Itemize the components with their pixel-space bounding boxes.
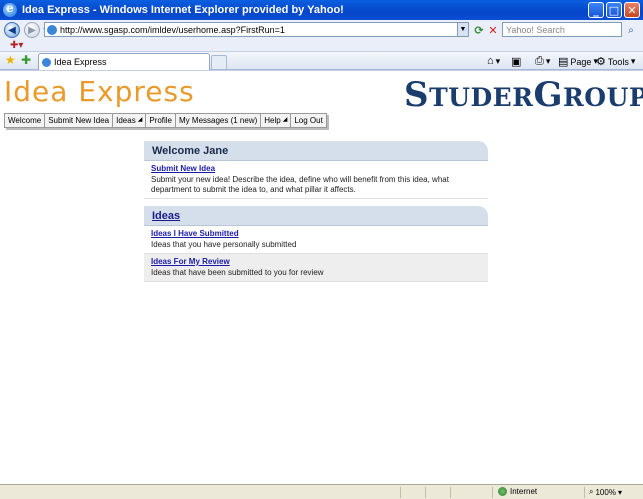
globe-icon (498, 487, 507, 496)
ideas-submitted-link[interactable]: Ideas I Have Submitted (151, 229, 481, 239)
status-divider (492, 487, 493, 498)
home-icon: ⌂ (487, 55, 494, 67)
tools-menu-label: Tools (607, 56, 629, 67)
menu-item-log-out[interactable]: Log Out (291, 114, 325, 127)
print-button[interactable]: ⎙ ▾ (535, 55, 550, 68)
tools-menu-button[interactable]: ⚙ Tools ▾ (596, 55, 635, 68)
address-url[interactable]: http://www.sgasp.com/imldev/userhome.asp… (60, 25, 457, 35)
close-button[interactable]: ✕ (624, 2, 640, 18)
logo-text: ROUP (563, 83, 643, 112)
address-bar[interactable]: http://www.sgasp.com/imldev/userhome.asp… (44, 22, 469, 37)
feeds-button[interactable]: ▣ (511, 55, 521, 68)
gear-icon: ⚙ (596, 56, 606, 68)
zoom-level: 100% (595, 487, 616, 497)
submit-new-idea-description: Submit your new idea! Describe the idea,… (151, 175, 449, 194)
status-divider (584, 487, 585, 498)
zoom-icon: ⌕ (589, 487, 594, 496)
forward-button[interactable]: ▶ (24, 22, 40, 38)
menu-label: Profile (149, 116, 173, 125)
menu-item-my-messages[interactable]: My Messages (1 new) (176, 114, 262, 127)
page-icon (47, 24, 57, 35)
address-row: ◀ ▶ ▼ http://www.sgasp.com/imldev/userho… (0, 20, 643, 40)
status-divider (450, 487, 451, 498)
toolbar-row: ✚▾ (0, 40, 643, 52)
menu-item-profile[interactable]: Profile (146, 114, 177, 127)
welcome-panel: Welcome Jane Submit New Idea Submit your… (144, 141, 488, 199)
page-icon: ▤ (558, 56, 569, 68)
zoom-control[interactable]: ⌕ 100% ▾ (589, 487, 622, 497)
search-input[interactable]: Yahoo! Search (502, 22, 622, 37)
minimize-button[interactable]: _ (588, 2, 604, 18)
logo-text: TUDER (429, 83, 534, 112)
submenu-arrow-icon: ◢ (282, 117, 288, 123)
page-menu-button[interactable]: ▤ Page ▾ (558, 55, 598, 68)
ideas-review-link[interactable]: Ideas For My Review (151, 257, 481, 267)
logo-letter: S (404, 75, 430, 115)
menu-item-help[interactable]: Help ◢ (261, 114, 292, 127)
tab-label: Idea Express (54, 57, 107, 67)
submit-new-idea-link[interactable]: Submit New Idea (151, 164, 481, 174)
ideas-submitted-description: Ideas that you have personally submitted (151, 240, 297, 249)
new-tab-button[interactable] (211, 55, 227, 69)
print-icon: ⎙ (535, 55, 544, 67)
menu-label: Ideas (116, 116, 136, 125)
list-item: Ideas I Have Submitted Ideas that you ha… (144, 226, 488, 254)
yahoo-toolbar-icon[interactable]: ✚▾ (10, 40, 23, 51)
ie-logo-icon (3, 1, 17, 17)
menu-label: Log Out (294, 116, 323, 125)
menu-item-submit-new-idea[interactable]: Submit New Idea (45, 114, 114, 127)
status-bar: Internet ⌕ 100% ▾ (0, 484, 643, 499)
list-item: Ideas For My Review Ideas that have been… (144, 254, 488, 282)
ideas-review-description: Ideas that have been submitted to you fo… (151, 268, 324, 277)
security-zone[interactable]: Internet (498, 487, 537, 496)
menu-label: Welcome (8, 116, 42, 125)
main-menu: Welcome Submit New Idea Ideas ◢ Profile M… (4, 113, 327, 128)
home-button[interactable]: ⌂ ▾ (487, 55, 500, 67)
maximize-button[interactable]: □ (606, 2, 622, 18)
menu-label: Help (264, 116, 281, 125)
ideas-header-link[interactable]: Ideas (144, 206, 488, 226)
search-icon[interactable]: ⌕ (624, 23, 638, 37)
back-button[interactable]: ◀ (4, 22, 20, 38)
stop-icon[interactable]: ✕ (486, 23, 500, 37)
welcome-header: Welcome Jane (144, 141, 488, 161)
list-item: Submit New Idea Submit your new idea! De… (144, 161, 488, 199)
menu-item-ideas[interactable]: Ideas ◢ (113, 114, 147, 127)
logo-letter: G (533, 75, 564, 115)
status-divider (400, 487, 401, 498)
page-menu-label: Page (570, 56, 592, 67)
menu-label: My Messages (1 new) (179, 116, 258, 125)
idea-express-logo: Idea Express (4, 75, 195, 108)
window-controls: _ □ ✕ (588, 2, 640, 18)
forward-arrow-icon: ▶ (28, 24, 36, 36)
menu-item-welcome[interactable]: Welcome (5, 114, 46, 127)
zone-label: Internet (510, 487, 538, 496)
status-divider (425, 487, 426, 498)
tab-idea-express[interactable]: Idea Express (38, 53, 210, 70)
back-arrow-icon: ◀ (8, 24, 16, 36)
address-dropdown-icon[interactable]: ▼ (457, 23, 468, 36)
tab-page-icon (42, 57, 51, 67)
zoom-dropdown-icon: ▾ (617, 487, 622, 497)
window-title: Idea Express - Windows Internet Explorer… (22, 4, 344, 16)
submenu-arrow-icon: ◢ (137, 117, 143, 123)
menu-label: Submit New Idea (48, 116, 110, 125)
page-content: Idea Express STUDERGROUP Welcome Submit … (0, 70, 643, 484)
tab-row: ★ ✚ Idea Express ⌂ ▾ ▣ ⎙ ▾ ▤ Page ▾ ⚙ Tools ▾ (0, 52, 643, 70)
window-title-bar: Idea Express - Windows Internet Explorer… (0, 0, 643, 20)
favorites-star-icon[interactable]: ★ (5, 54, 16, 66)
refresh-icon[interactable]: ⟳ (472, 23, 486, 37)
ideas-panel: Ideas Ideas I Have Submitted Ideas that … (144, 206, 488, 282)
studer-group-logo: STUDERGROUP (404, 75, 643, 115)
feeds-icon: ▣ (511, 56, 522, 68)
add-favorites-icon[interactable]: ✚ (21, 54, 31, 66)
